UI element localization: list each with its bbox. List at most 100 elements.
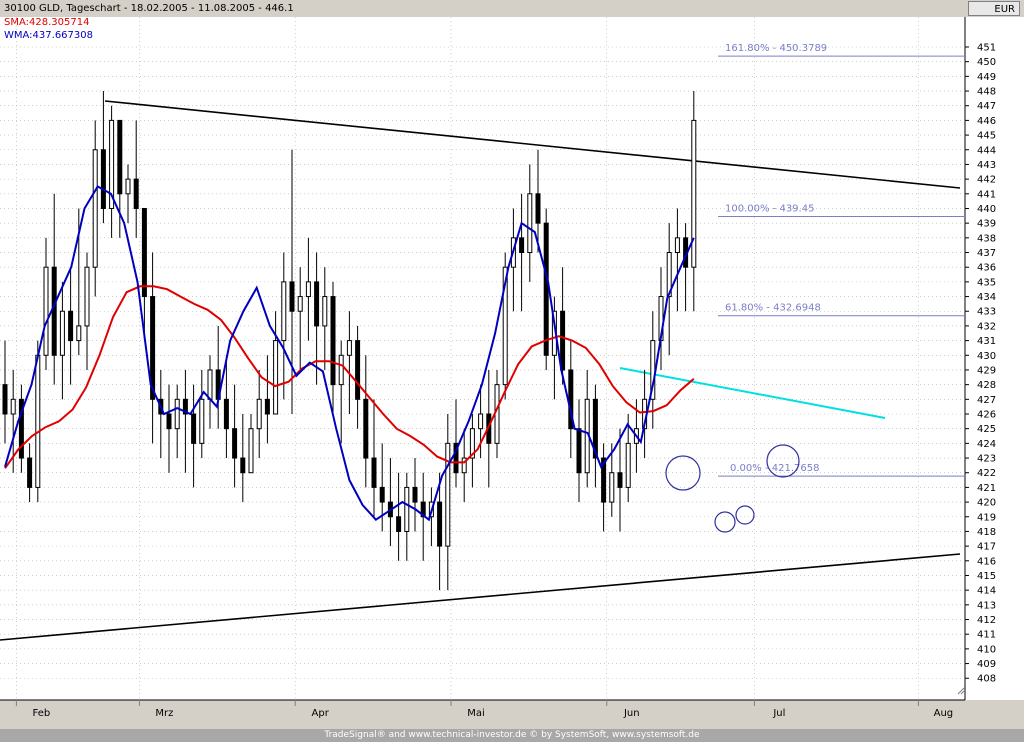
candle-body [133, 178, 139, 209]
y-tick-label: 447 [977, 101, 996, 112]
x-tick-label: Feb [33, 708, 51, 719]
candle-body [691, 119, 697, 268]
candle-body [346, 340, 352, 356]
y-tick-label: 421 [977, 483, 996, 494]
candle-body [625, 442, 631, 488]
y-tick-label: 444 [977, 145, 996, 156]
candle-body [322, 296, 328, 327]
candle-body [232, 428, 238, 459]
y-tick-label: 428 [977, 380, 996, 391]
candle-body [43, 266, 49, 356]
candle-body [445, 442, 451, 547]
candle-body [2, 384, 8, 415]
candle-body [519, 237, 525, 254]
y-tick-label: 440 [977, 204, 996, 215]
candle-body [223, 398, 229, 430]
x-tick-label: Mrz [155, 708, 173, 719]
y-tick-label: 426 [977, 410, 996, 421]
candle-body [199, 398, 205, 444]
candle-body [281, 281, 287, 342]
y-tick-label: 427 [977, 395, 996, 406]
wma-legend: WMA:437.667308 [4, 30, 93, 41]
y-tick-label: 446 [977, 116, 996, 127]
candle-body [248, 428, 254, 474]
candle-body [355, 340, 361, 400]
y-tick-label: 438 [977, 233, 996, 244]
x-axis-panel [0, 700, 1024, 728]
y-tick-label: 419 [977, 512, 996, 523]
candle-body [174, 398, 180, 430]
y-tick-label: 423 [977, 454, 996, 465]
x-tick-label: Aug [934, 708, 954, 719]
y-tick-label: 430 [977, 351, 996, 362]
candle-body [412, 486, 418, 503]
y-tick-label: 437 [977, 248, 996, 259]
candle[interactable] [543, 208, 549, 370]
candle-body [59, 310, 65, 356]
fib-label: 61.80% - 432.6948 [725, 303, 821, 314]
candle-body [84, 266, 90, 327]
price-chart[interactable]: 408 409 410 411 412 413 414 415 416 417 418 419 420 4… [0, 0, 1024, 742]
y-tick-label: 435 [977, 277, 996, 288]
chart-window: 408 409 410 411 412 413 414 415 416 417 418 419 420 4… [0, 0, 1024, 742]
y-tick-label: 443 [977, 160, 996, 171]
fib-label: 0.00% - 421.7658 [730, 463, 819, 474]
y-tick-label: 411 [977, 630, 996, 641]
candle-body [297, 296, 303, 312]
candle-body [478, 413, 484, 430]
candle-body [264, 398, 270, 415]
candle-body [289, 281, 295, 312]
candle-body [35, 354, 41, 488]
candle-body [100, 149, 106, 209]
candle-body [338, 354, 344, 386]
y-tick-label: 416 [977, 556, 996, 567]
candle-body [141, 207, 147, 298]
x-tick-label: Jul [772, 708, 785, 719]
candle-body [674, 237, 680, 254]
candle-body [314, 281, 320, 327]
x-tick-label: Mai [467, 708, 485, 719]
y-tick-label: 449 [977, 72, 996, 83]
candle-body [305, 281, 311, 298]
candle-body [363, 398, 369, 459]
y-tick-label: 433 [977, 307, 996, 318]
candle-body [27, 457, 33, 488]
candle-body [396, 516, 402, 532]
y-tick-label: 420 [977, 498, 996, 509]
y-tick-label: 414 [977, 586, 996, 597]
x-tick-label: Apr [312, 708, 330, 719]
y-tick-label: 434 [977, 292, 996, 303]
y-tick-label: 429 [977, 365, 996, 376]
y-tick-label: 417 [977, 542, 996, 553]
candle-body [371, 457, 377, 488]
y-tick-label: 424 [977, 439, 996, 450]
candle-body [117, 119, 123, 195]
candle-body [68, 310, 74, 342]
y-tick-label: 445 [977, 131, 996, 142]
y-tick-label: 439 [977, 219, 996, 230]
candle-body [240, 457, 246, 474]
sma-legend: SMA:428.305714 [4, 17, 90, 28]
y-tick-label: 451 [977, 43, 996, 54]
candle-body [404, 486, 410, 532]
y-tick-label: 436 [977, 263, 996, 274]
y-tick-label: 413 [977, 600, 996, 611]
candle-body [166, 413, 172, 430]
fib-label: 100.00% - 439.45 [725, 204, 814, 215]
y-tick-label: 431 [977, 336, 996, 347]
candle-body [576, 428, 582, 474]
y-tick-label: 441 [977, 189, 996, 200]
chart-title: 30100 GLD, Tageschart - 18.02.2005 - 11.… [4, 3, 294, 14]
y-tick-label: 432 [977, 321, 996, 332]
y-tick-label: 425 [977, 424, 996, 435]
candle-body [617, 472, 623, 488]
candle-body [609, 472, 615, 503]
y-tick-label: 442 [977, 175, 996, 186]
candle-body [76, 325, 82, 342]
candle-body [10, 398, 16, 415]
currency-box[interactable]: EUR [968, 1, 1020, 16]
y-tick-label: 448 [977, 87, 996, 98]
candle-body [256, 398, 262, 430]
fib-label: 161.80% - 450.3789 [725, 43, 827, 54]
y-tick-label: 418 [977, 527, 996, 538]
